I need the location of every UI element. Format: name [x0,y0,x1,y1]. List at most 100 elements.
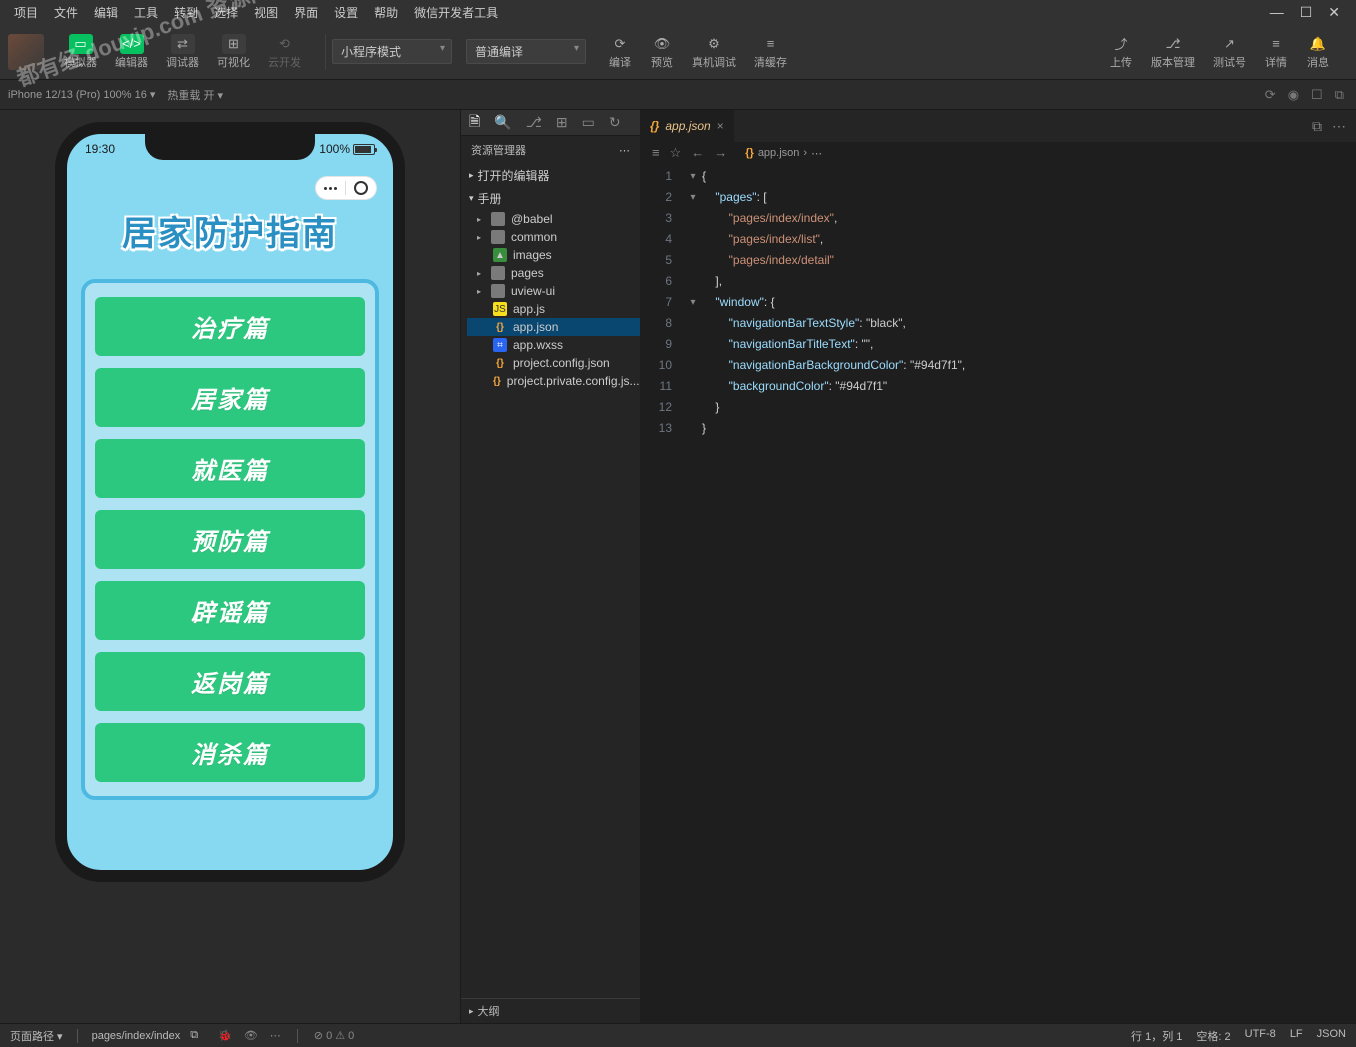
maximize-button[interactable]: ☐ [1300,4,1313,21]
forward-icon[interactable]: → [714,145,727,161]
editor-button[interactable]: </>编辑器 [107,30,156,74]
chapter-card: 治疗篇 居家篇 就医篇 预防篇 辟谣篇 返岗篇 消杀篇 [81,279,379,800]
page-path-label[interactable]: 页面路径 ▾ [10,1028,63,1044]
minimize-button[interactable]: — [1270,4,1284,21]
pages-icon[interactable]: ⧉ [1335,87,1344,103]
phone-notch [145,134,315,160]
compile-button[interactable]: ⟳编译 [600,30,640,74]
list-icon[interactable]: ≡ [652,145,660,161]
split-icon[interactable]: ⧉ [1312,118,1322,135]
compile-mode-select[interactable]: 普通编译 [466,39,586,64]
run-icon[interactable]: ↻ [609,114,621,131]
search-icon[interactable]: 🔍 [494,114,511,131]
more-icon[interactable]: ⋯ [811,147,822,160]
separator [325,34,326,70]
editor-tabs: {} app.json × ⧉ ⋯ [640,110,1356,142]
debugger-button[interactable]: ⇄调试器 [158,30,207,74]
test-button[interactable]: ↗测试号 [1205,30,1254,74]
real-device-button[interactable]: ⚙真机调试 [684,30,744,74]
cloud-button[interactable]: ⟲云开发 [260,30,309,74]
clear-cache-button[interactable]: ≡清缓存 [746,30,795,74]
tree-item-uview-ui[interactable]: uview-ui [467,282,640,300]
mode-select[interactable]: 小程序模式 [332,39,452,64]
project-section[interactable]: 手册 [461,187,640,210]
menu-edit[interactable]: 编辑 [88,2,124,23]
tree-item-common[interactable]: common [467,228,640,246]
extensions-icon[interactable]: ⊞ [556,114,568,131]
tree-item--babel[interactable]: @babel [467,210,640,228]
visual-button[interactable]: ⊞可视化 [209,30,258,74]
menu-goto[interactable]: 转到 [168,2,204,23]
json-icon: {} [650,119,659,133]
open-editors-section[interactable]: 打开的编辑器 [461,164,640,187]
files-icon[interactable]: 🗎 [469,111,480,135]
chapter-button[interactable]: 治疗篇 [95,297,365,356]
chapter-button[interactable]: 消杀篇 [95,723,365,782]
wxss-icon: ⌗ [493,338,507,352]
preview-button[interactable]: 👁预览 [642,30,682,74]
message-button[interactable]: 🔔消息 [1298,30,1338,74]
tree-item-app-json[interactable]: {}app.json [467,318,640,336]
breadcrumb-item[interactable]: app.json [758,147,800,159]
mp-capsule[interactable] [315,176,377,200]
errors-warnings[interactable]: ⊘ 0 ⚠ 0 [314,1029,354,1042]
bookmark-icon[interactable]: ☆ [670,145,682,161]
tree-item-app-js[interactable]: JSapp.js [467,300,640,318]
encoding[interactable]: UTF-8 [1245,1028,1276,1044]
cursor-position[interactable]: 行 1，列 1 [1131,1028,1182,1044]
upload-button[interactable]: ⤴上传 [1101,30,1141,74]
menu-select[interactable]: 选择 [208,2,244,23]
folder-blue-icon [491,266,505,280]
chapter-button[interactable]: 返岗篇 [95,652,365,711]
refresh-icon[interactable]: ⟳ [1265,87,1276,103]
tree-item-label: uview-ui [511,284,555,298]
bug-icon[interactable]: 🐞 [218,1029,232,1042]
eye-icon[interactable]: 👁 [244,1029,258,1042]
file-tree: @babelcommon▲imagespages uview-ui JSapp.js… [461,210,640,390]
menu-wechat-devtools[interactable]: 微信开发者工具 [408,2,504,23]
window-controls: — ☐ ✕ [1270,4,1348,21]
copy-icon[interactable]: ⧉ [190,1029,198,1042]
tree-item-project-private-config-js-[interactable]: {}project.private.config.js... [467,372,640,390]
menu-tools[interactable]: 工具 [128,2,164,23]
tree-item-images[interactable]: ▲images [467,246,640,264]
menu-file[interactable]: 文件 [48,2,84,23]
indent[interactable]: 空格: 2 [1196,1028,1230,1044]
branch-icon[interactable]: ⎇ [526,114,542,131]
tree-item-app-wxss[interactable]: ⌗app.wxss [467,336,640,354]
debug-icon[interactable]: ▭ [582,114,595,131]
more-icon[interactable]: ⋯ [619,144,630,157]
device-select[interactable]: iPhone 12/13 (Pro) 100% 16 ▾ [8,88,155,101]
hot-reload-toggle[interactable]: 热重载 开 ▾ [167,87,223,103]
more-icon[interactable]: ⋯ [270,1029,281,1042]
close-button[interactable]: ✕ [1328,4,1340,21]
page-path[interactable]: pages/index/index [92,1030,181,1042]
close-tab-icon[interactable]: × [717,119,724,133]
more-icon[interactable]: ⋯ [1332,118,1346,135]
simulator-button[interactable]: ▭模拟器 [56,30,105,74]
menu-settings[interactable]: 设置 [328,2,364,23]
back-icon[interactable]: ← [691,145,704,161]
code-editor[interactable]: 12345678910111213 ▾▾▾ { "pages": [ "page… [640,164,1356,439]
language[interactable]: JSON [1317,1028,1346,1044]
tree-item-pages[interactable]: pages [467,264,640,282]
js-icon: JS [493,302,507,316]
detail-button[interactable]: ≡详情 [1256,30,1296,74]
menu-project[interactable]: 项目 [8,2,44,23]
chapter-button[interactable]: 辟谣篇 [95,581,365,640]
eol[interactable]: LF [1290,1028,1303,1044]
chapter-button[interactable]: 预防篇 [95,510,365,569]
chapter-button[interactable]: 就医篇 [95,439,365,498]
avatar[interactable] [8,34,44,70]
chapter-button[interactable]: 居家篇 [95,368,365,427]
version-button[interactable]: ⎇版本管理 [1143,30,1203,74]
tree-item-project-config-json[interactable]: {}project.config.json [467,354,640,372]
record-icon[interactable]: ◉ [1288,87,1299,103]
menu-view[interactable]: 视图 [248,2,284,23]
status-time: 19:30 [85,142,115,156]
menu-help[interactable]: 帮助 [368,2,404,23]
phone-icon[interactable]: ☐ [1311,87,1323,103]
menu-ui[interactable]: 界面 [288,2,324,23]
outline-section[interactable]: 大纲 [461,998,640,1023]
tab-app-json[interactable]: {} app.json × [640,110,735,142]
